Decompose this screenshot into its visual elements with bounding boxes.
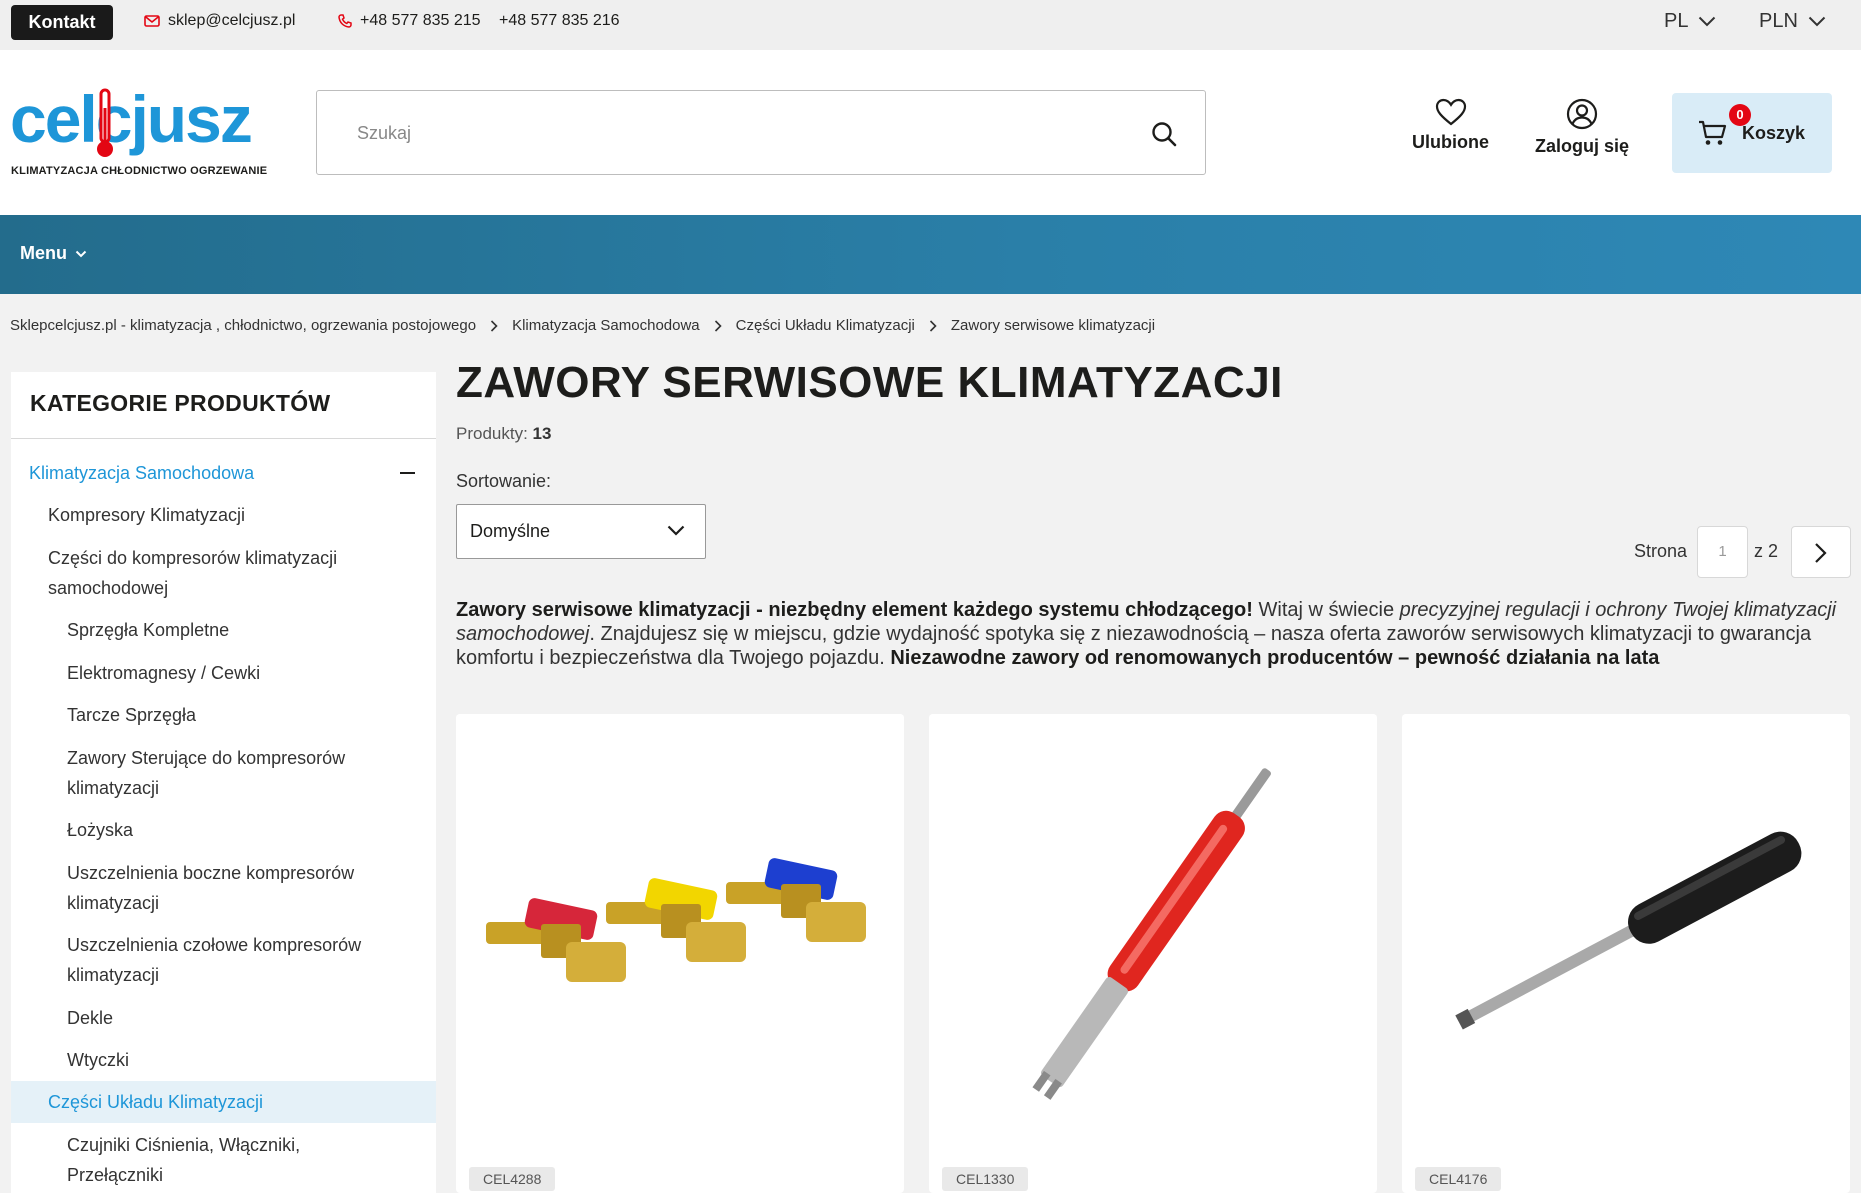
sidebar-item-tarcze[interactable]: Tarcze Sprzęgła — [67, 700, 196, 730]
email-link[interactable]: sklep@celcjusz.pl — [144, 12, 295, 30]
sidebar-item-lozyska[interactable]: Łożyska — [67, 815, 133, 845]
products-count: Produkty: 13 — [456, 424, 551, 444]
sidebar-item-czesci-kompresorow[interactable]: Części do kompresorów klimatyzacji — [48, 543, 337, 573]
product-sku: CEL1330 — [942, 1167, 1029, 1191]
desc-bold-tail: Niezawodne zawory od renomowanych produc… — [890, 647, 1660, 669]
language-value: PL — [1664, 10, 1689, 32]
category-description: Zawory serwisowe klimatyzacji - niezbędn… — [456, 598, 1856, 670]
sidebar-title: KATEGORIE PRODUKTÓW — [30, 390, 331, 416]
product-sku: CEL4176 — [1415, 1167, 1502, 1191]
logo-tagline: KLIMATYZACJA CHŁODNICTWO OGRZEWANIE — [11, 165, 268, 177]
sidebar-item-wtyczki[interactable]: Wtyczki — [67, 1045, 129, 1075]
products-count-value: 13 — [532, 424, 552, 443]
sort-label: Sortowanie: — [456, 471, 552, 491]
chevron-right-icon — [929, 319, 937, 332]
sidebar-item-czujniki[interactable]: Czujniki Ciśnienia, Włączniki, — [67, 1130, 300, 1160]
product-card[interactable]: CEL4176 — [1402, 714, 1850, 1193]
pager-label: Strona — [1634, 541, 1688, 561]
products-label: Produkty: — [456, 424, 528, 443]
sidebar-item-klimatyzacja-samochodowa[interactable]: Klimatyzacja Samochodowa — [29, 458, 254, 488]
product-image-valve-core-tool[interactable] — [929, 714, 1377, 1159]
search-box — [316, 90, 1206, 175]
login-label: Zaloguj się — [1535, 136, 1630, 156]
phone2-link[interactable]: +48 577 835 216 — [499, 12, 620, 30]
currency-value: PLN — [1759, 10, 1798, 32]
search-input[interactable] — [357, 111, 1117, 155]
chevron-down-icon — [667, 525, 685, 536]
cart-button[interactable]: 0 Koszyk — [1672, 93, 1832, 173]
sidebar-item-elektromagnesy[interactable]: Elektromagnesy / Cewki — [67, 658, 260, 688]
currency-select[interactable]: PLN — [1759, 10, 1826, 33]
product-card[interactable]: CEL4288 — [456, 714, 904, 1193]
thermometer-icon — [97, 88, 113, 157]
category-sidebar: KATEGORIE PRODUKTÓW Klimatyzacja Samocho… — [11, 372, 436, 1193]
email-text: sklep@celcjusz.pl — [168, 12, 296, 29]
chevron-right-icon — [490, 319, 498, 332]
chevron-right-icon — [714, 319, 722, 332]
chevron-down-icon — [1808, 16, 1826, 27]
page-title: ZAWORY SERWISOWE KLIMATYZACJI — [456, 358, 1283, 407]
sidebar-item-zawory-sterujace[interactable]: Zawory Sterujące do kompresorów — [67, 743, 345, 773]
main-nav: Menu — [0, 215, 1861, 294]
breadcrumb-current: Zawory serwisowe klimatyzacji — [950, 317, 1156, 334]
phone1-text: +48 577 835 215 — [360, 12, 481, 29]
language-select[interactable]: PL — [1664, 10, 1716, 33]
sidebar-item-uszczelnienia-boczne-line2[interactable]: klimatyzacji — [67, 888, 159, 918]
sidebar-item-czesci-kompresorow-line2[interactable]: samochodowej — [48, 573, 168, 603]
page-number-input[interactable]: 1 — [1697, 526, 1748, 578]
sidebar-item-sprzegla[interactable]: Sprzęgła Kompletne — [67, 615, 229, 645]
sort-select[interactable]: Domyślne — [456, 504, 706, 559]
sidebar-item-uszczelnienia-czolowe-line2[interactable]: klimatyzacji — [67, 960, 159, 990]
contact-button[interactable]: Kontakt — [11, 5, 113, 40]
sidebar-item-zawory-sterujace-line2[interactable]: klimatyzacji — [67, 773, 159, 803]
breadcrumb: Sklepcelcjusz.pl - klimatyzacja , chłodn… — [10, 317, 1155, 334]
sort-value: Domyślne — [470, 521, 551, 541]
user-icon — [1566, 98, 1598, 130]
pager-total: z 2 — [1754, 541, 1779, 561]
sidebar-item-uszczelnienia-boczne[interactable]: Uszczelnienia boczne kompresorów — [67, 858, 354, 888]
menu-button[interactable]: Menu — [20, 243, 87, 264]
logo[interactable]: celcjusz KLIMATYZACJA CHŁODNICTWO OGRZEW… — [10, 86, 280, 181]
minus-icon[interactable] — [400, 472, 415, 474]
menu-label: Menu — [20, 243, 67, 263]
product-image-valve-screwdriver[interactable] — [1402, 714, 1850, 1159]
sidebar-item-czesci-ukladu[interactable]: Części Układu Klimatyzacji — [11, 1081, 436, 1123]
top-bar: Kontakt sklep@celcjusz.pl +48 577 835 21… — [0, 0, 1861, 50]
breadcrumb-item[interactable]: Klimatyzacja Samochodowa — [512, 317, 700, 334]
breadcrumb-item[interactable]: Sklepcelcjusz.pl - klimatyzacja , chłodn… — [10, 317, 476, 334]
desc-text: Witaj w świecie — [1252, 599, 1400, 621]
sidebar-item-dekle[interactable]: Dekle — [67, 1003, 113, 1033]
chevron-right-icon — [1815, 543, 1827, 563]
next-page-button[interactable] — [1791, 526, 1851, 578]
product-card[interactable]: CEL1330 — [929, 714, 1377, 1193]
chevron-down-icon — [1699, 16, 1716, 27]
phone-link[interactable]: +48 577 835 215 — [338, 12, 481, 30]
phone-icon — [338, 14, 352, 28]
sidebar-item-czujniki-line2[interactable]: Przełączniki — [67, 1160, 163, 1190]
sidebar-item-uszczelnienia-czolowe[interactable]: Uszczelnienia czołowe kompresorów — [67, 930, 361, 960]
product-sku: CEL4288 — [469, 1167, 556, 1191]
desc-bold-lead: Zawory serwisowe klimatyzacji - niezbędn… — [456, 599, 1253, 621]
search-icon[interactable] — [1151, 121, 1177, 147]
sidebar-item-kompresory[interactable]: Kompresory Klimatyzacji — [48, 500, 245, 530]
favorites-button[interactable]: Ulubione — [1412, 98, 1489, 153]
cart-label: Koszyk — [1742, 123, 1806, 143]
phone2-text: +48 577 835 216 — [499, 12, 620, 29]
login-button[interactable]: Zaloguj się — [1535, 98, 1629, 157]
cart-icon — [1699, 120, 1727, 145]
favorites-label: Ulubione — [1412, 132, 1489, 152]
heart-icon — [1435, 98, 1466, 126]
product-image-service-valves[interactable] — [456, 714, 904, 1159]
breadcrumb-item[interactable]: Części Układu Klimatyzacji — [736, 317, 915, 334]
chevron-down-icon — [75, 250, 87, 257]
envelope-icon — [144, 15, 160, 27]
logo-text: celcjusz — [10, 82, 253, 156]
divider — [11, 438, 436, 439]
